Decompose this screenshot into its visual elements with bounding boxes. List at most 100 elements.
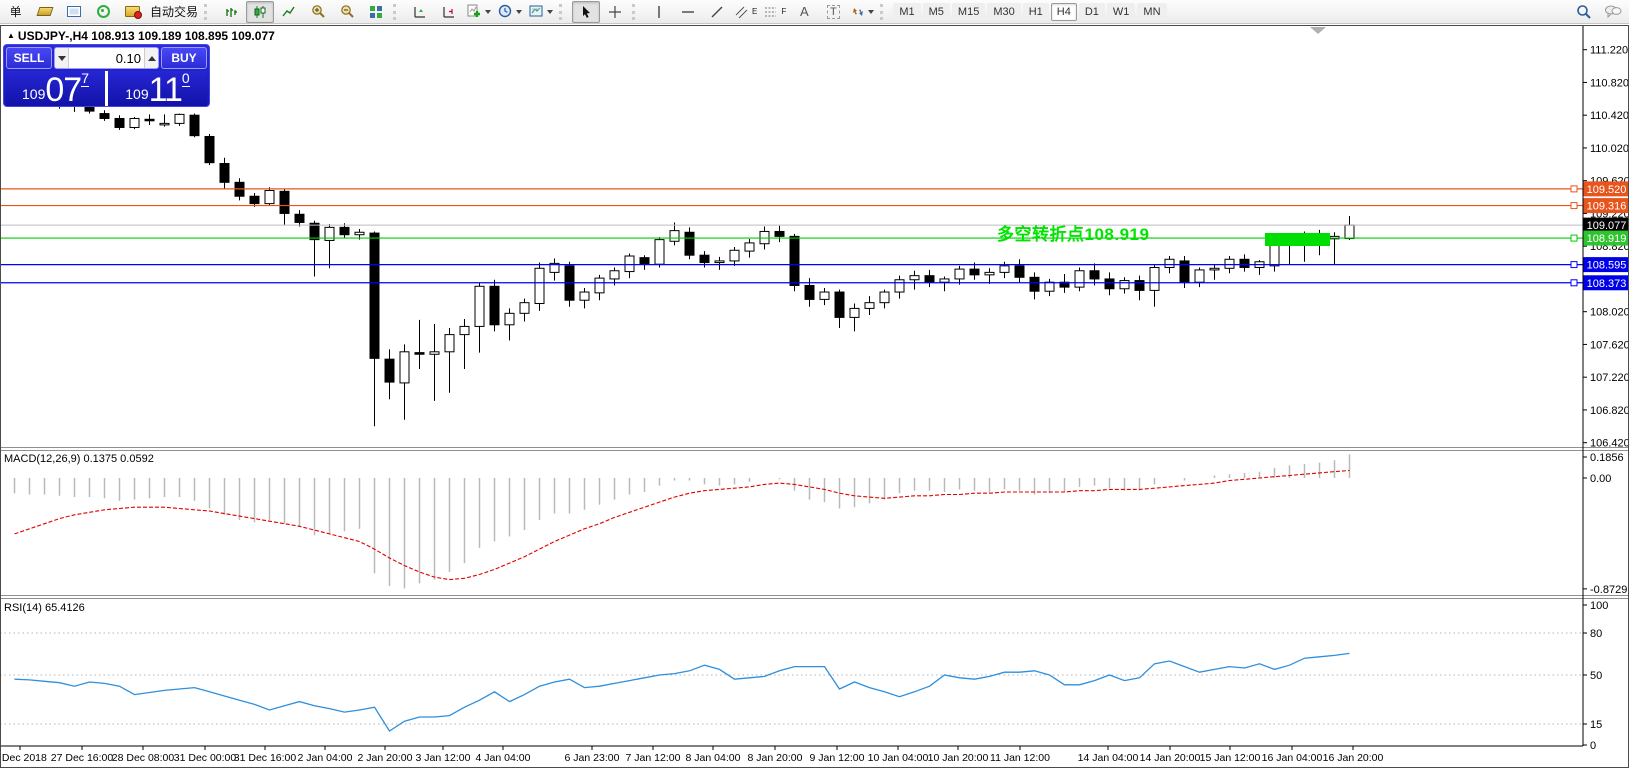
bull-candle — [1165, 259, 1174, 267]
rsi-tick-label: 0 — [1590, 740, 1596, 752]
price-tick-label: 107.220 — [1590, 372, 1629, 384]
volume-increase-button[interactable] — [144, 48, 158, 68]
level-line-handle[interactable] — [1571, 262, 1577, 268]
time-tick-label: 7 Jan 12:00 — [626, 752, 681, 764]
chart-title-text: USDJPY-,H4 108.913 109.189 108.895 109.0… — [18, 29, 275, 43]
search-button[interactable] — [1570, 1, 1598, 23]
level-line-handle[interactable] — [1571, 186, 1577, 192]
level-line-handle[interactable] — [1571, 280, 1577, 286]
horizontal-line-icon — [681, 5, 695, 19]
indicators-button[interactable] — [464, 1, 494, 23]
channel-icon — [735, 5, 750, 19]
templates-button[interactable] — [526, 1, 556, 23]
terminal-button[interactable] — [60, 1, 88, 23]
timeframe-d1-button[interactable]: D1 — [1079, 3, 1105, 21]
bull-candle — [730, 250, 739, 261]
auto-scroll-button[interactable] — [406, 1, 434, 23]
rsi-indicator-label: RSI(14) 65.4126 — [4, 602, 85, 614]
toolbar-separator — [393, 4, 403, 20]
tile-windows-button[interactable] — [362, 1, 390, 23]
sell-price[interactable]: 109 07 7 — [6, 71, 105, 106]
bull-candle — [355, 232, 364, 234]
bull-candle — [850, 308, 859, 317]
volume-decrease-button[interactable] — [55, 48, 69, 68]
bull-candle — [1270, 245, 1279, 266]
macd-indicator-label: MACD(12,26,9) 0.1375 0.0592 — [4, 453, 154, 465]
chart-canvas[interactable]: 111.220110.820110.420110.020109.620109.2… — [0, 0, 1629, 768]
macd-tick-label: 0.00 — [1590, 473, 1611, 485]
trendline-icon — [710, 5, 724, 19]
signals-button[interactable] — [89, 1, 117, 23]
chat-button[interactable] — [1599, 1, 1627, 23]
mailbox-button[interactable] — [118, 1, 146, 23]
timeframe-h1-button[interactable]: H1 — [1023, 3, 1049, 21]
price-tick-label: 106.420 — [1590, 438, 1629, 450]
bull-candle — [880, 292, 889, 303]
periods-button[interactable] — [495, 1, 525, 23]
buy-price[interactable]: 109 11 0 — [108, 71, 207, 106]
level-line-handle[interactable] — [1571, 235, 1577, 241]
timeframe-h4-button[interactable]: H4 — [1051, 3, 1077, 21]
sell-button[interactable]: SELL — [6, 47, 52, 69]
timeframe-m1-button[interactable]: M1 — [893, 3, 920, 21]
indicators-icon — [467, 4, 482, 19]
fibonacci-label: F — [781, 7, 786, 16]
line-chart-button[interactable] — [275, 1, 303, 23]
candlestick-chart-button[interactable] — [246, 1, 274, 23]
trendline-button[interactable] — [703, 1, 731, 23]
highlight-rectangle[interactable] — [1265, 233, 1330, 246]
cursor-button[interactable] — [572, 1, 600, 23]
dropdown-arrow-icon — [868, 10, 874, 14]
timeframe-m15-button[interactable]: M15 — [952, 3, 985, 21]
bar-chart-button[interactable] — [217, 1, 245, 23]
autotrading-button[interactable]: 自动交易 — [147, 1, 201, 23]
timeframe-m5-button[interactable]: M5 — [923, 3, 950, 21]
volume-input[interactable] — [69, 48, 144, 68]
level-line-handle[interactable] — [1571, 203, 1577, 209]
bull-candle — [520, 303, 529, 314]
text-label-button[interactable]: T — [819, 1, 847, 23]
horizontal-line-button[interactable] — [674, 1, 702, 23]
time-tick-label: 10 Jan 20:00 — [928, 752, 989, 764]
new-order-button[interactable]: 单 — [2, 1, 30, 23]
fibonacci-button[interactable]: F — [761, 1, 789, 23]
arrows-button[interactable] — [848, 1, 877, 23]
bull-candle — [955, 269, 964, 279]
bull-candle — [610, 271, 619, 279]
price-tick-label: 108.020 — [1590, 307, 1629, 319]
rsi-tick-label: 100 — [1590, 600, 1608, 612]
toolbar-separator — [632, 4, 642, 20]
bull-candle — [985, 272, 994, 274]
bear-candle — [685, 232, 694, 255]
timeframe-m30-button[interactable]: M30 — [987, 3, 1020, 21]
triangle-up-icon — [148, 56, 156, 61]
rsi-tick-label: 50 — [1590, 670, 1602, 682]
timeframe-mn-button[interactable]: MN — [1137, 3, 1166, 21]
crosshair-icon — [608, 5, 622, 19]
bull-candle — [400, 352, 409, 383]
time-tick-label: 4 Jan 04:00 — [476, 752, 531, 764]
signal-icon — [97, 5, 110, 18]
equidistant-channel-button[interactable]: E — [732, 1, 760, 23]
chart-shift-button[interactable] — [435, 1, 463, 23]
price-tick-label: 110.820 — [1590, 77, 1629, 89]
bull-candle — [940, 279, 949, 282]
text-button[interactable]: A — [790, 1, 818, 23]
bear-candle — [100, 114, 109, 119]
bull-candle — [505, 313, 514, 324]
bear-candle — [1015, 266, 1024, 277]
template-icon — [529, 4, 544, 19]
bull-candle — [160, 123, 169, 125]
market-watch-button[interactable] — [31, 1, 59, 23]
vertical-line-button[interactable] — [645, 1, 673, 23]
bull-candle — [1045, 282, 1054, 291]
sell-price-big: 07 — [45, 75, 81, 105]
crosshair-button[interactable] — [601, 1, 629, 23]
buy-button[interactable]: BUY — [161, 47, 207, 69]
pivot-annotation-text[interactable]: 多空转折点108.919 — [997, 220, 1149, 245]
text-tool-label: A — [800, 4, 809, 19]
zoom-in-button[interactable] — [304, 1, 332, 23]
zoom-out-button[interactable] — [333, 1, 361, 23]
new-order-label: 单 — [11, 3, 22, 20]
timeframe-w1-button[interactable]: W1 — [1107, 3, 1136, 21]
